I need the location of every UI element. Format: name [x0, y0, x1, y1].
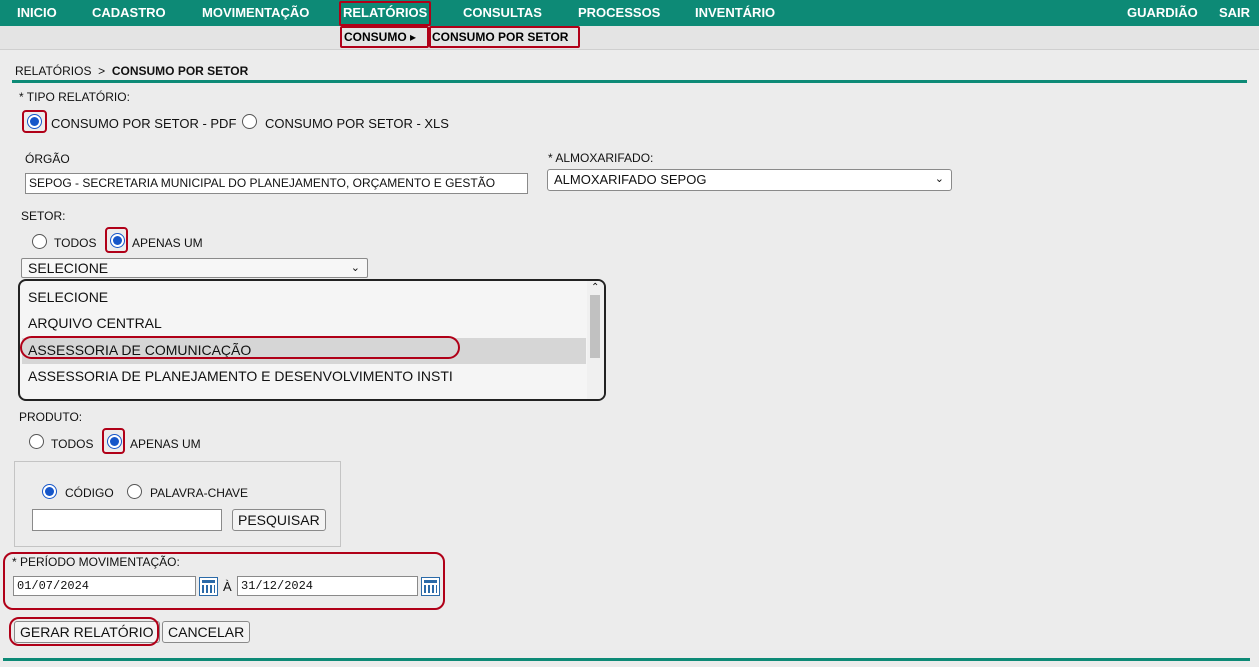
almoxarifado-label: * ALMOXARIFADO: [548, 151, 654, 165]
radio-tipo-xls[interactable] [242, 114, 257, 129]
chevron-down-icon: ⌄ [934, 173, 944, 185]
top-nav-bar: INICIO CADASTRO MOVIMENTAÇÃO RELATÓRIOS … [0, 0, 1259, 26]
list-scrollbar[interactable]: ⌃ [587, 281, 604, 399]
subnav-consumo[interactable]: CONSUMO ▸ [342, 29, 418, 48]
subnav-consumo-por-setor[interactable]: CONSUMO POR SETOR [430, 29, 570, 48]
nav-guardiao[interactable]: GUARDIÃO [1127, 0, 1198, 26]
calendar-icon[interactable] [421, 577, 440, 596]
top-divider [12, 80, 1247, 83]
periodo-separator: À [223, 579, 232, 594]
periodo-label: * PERÍODO MOVIMENTAÇÃO: [12, 555, 180, 569]
nav-cadastro[interactable]: CADASTRO [92, 0, 166, 26]
radio-produto-todos[interactable] [29, 434, 44, 449]
subnav-consumo-label: CONSUMO [344, 30, 407, 44]
almoxarifado-select[interactable]: ALMOXARIFADO SEPOG ⌄ [547, 169, 952, 191]
list-item[interactable]: ASSESSORIA DE COMUNICAÇÃO [28, 342, 251, 358]
gerar-relatorio-button[interactable]: GERAR RELATÓRIO [14, 621, 160, 643]
setor-select[interactable]: SELECIONE ⌄ [21, 258, 368, 278]
nav-consultas[interactable]: CONSULTAS [463, 0, 542, 26]
radio-produto-apenas-um[interactable] [107, 434, 122, 449]
tipo-relatorio-label: * TIPO RELATÓRIO: [19, 90, 130, 104]
search-codigo-label: CÓDIGO [65, 486, 114, 500]
sub-nav-bar: CONSUMO ▸ CONSUMO POR SETOR [0, 26, 1259, 50]
scroll-up-icon[interactable]: ⌃ [591, 283, 599, 293]
tipo-xls-label: CONSUMO POR SETOR - XLS [265, 116, 449, 131]
setor-todos-label: TODOS [54, 236, 97, 250]
orgao-label: ÓRGÃO [25, 152, 70, 166]
radio-search-codigo[interactable] [42, 484, 57, 499]
radio-search-palavra[interactable] [127, 484, 142, 499]
produto-search-input[interactable] [32, 509, 222, 531]
list-item[interactable]: ARQUIVO CENTRAL [28, 315, 162, 331]
produto-todos-label: TODOS [51, 437, 94, 451]
list-item[interactable]: ASSESSORIA DE PLANEJAMENTO E DESENVOLVIM… [28, 368, 453, 384]
nav-sair[interactable]: SAIR [1219, 0, 1250, 26]
breadcrumb-parent: RELATÓRIOS [15, 64, 92, 78]
chevron-down-icon: ⌄ [350, 262, 360, 274]
list-item[interactable]: SELECIONE [28, 289, 108, 305]
scrollbar-thumb[interactable] [590, 295, 600, 358]
breadcrumb-separator: > [98, 64, 106, 78]
pesquisar-button[interactable]: PESQUISAR [232, 509, 326, 531]
radio-setor-todos[interactable] [32, 234, 47, 249]
search-palavra-label: PALAVRA-CHAVE [150, 486, 249, 500]
radio-tipo-pdf[interactable] [27, 114, 42, 129]
setor-label: SETOR: [21, 209, 66, 223]
nav-processos[interactable]: PROCESSOS [578, 0, 660, 26]
periodo-start-input[interactable]: 01/07/2024 [13, 576, 196, 596]
submenu-arrow-icon: ▸ [410, 30, 417, 44]
setor-apenas-label: APENAS UM [132, 236, 203, 250]
produto-search-panel: CÓDIGO PALAVRA-CHAVE PESQUISAR [14, 461, 341, 547]
breadcrumb: RELATÓRIOS > CONSUMO POR SETOR [15, 64, 248, 78]
nav-inventario[interactable]: INVENTÁRIO [695, 0, 775, 26]
calendar-icon[interactable] [199, 577, 218, 596]
orgao-field: SEPOG - SECRETARIA MUNICIPAL DO PLANEJAM… [25, 173, 528, 194]
periodo-end-input[interactable]: 31/12/2024 [237, 576, 418, 596]
produto-label: PRODUTO: [19, 410, 83, 424]
breadcrumb-current: CONSUMO POR SETOR [111, 64, 249, 78]
tipo-pdf-label: CONSUMO POR SETOR - PDF [51, 116, 237, 131]
produto-apenas-label: APENAS UM [130, 437, 201, 451]
setor-dropdown-list: SELECIONE ARQUIVO CENTRAL ASSESSORIA DE … [18, 279, 606, 401]
setor-select-value: SELECIONE [28, 260, 109, 276]
nav-movimentacao[interactable]: MOVIMENTAÇÃO [202, 0, 309, 26]
radio-setor-apenas-um[interactable] [110, 233, 125, 248]
nav-inicio[interactable]: INICIO [17, 0, 57, 26]
cancelar-button[interactable]: CANCELAR [162, 621, 251, 643]
nav-relatorios[interactable]: RELATÓRIOS [343, 0, 427, 26]
almoxarifado-value: ALMOXARIFADO SEPOG [554, 172, 707, 187]
bottom-divider [3, 658, 1250, 661]
